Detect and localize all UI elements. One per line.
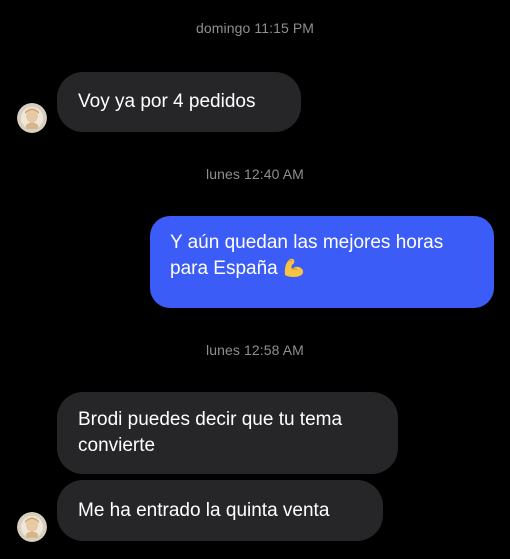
avatar-image: [17, 103, 47, 133]
message-text-line: convierte: [78, 435, 156, 456]
message-text-line: para España: [170, 256, 474, 282]
avatar-image: [17, 512, 47, 542]
incoming-message[interactable]: Me ha entrado la quinta venta: [57, 480, 383, 541]
timestamp: domingo 11:15 PM: [195, 20, 315, 36]
timestamp: lunes 12:40 AM: [206, 166, 304, 182]
message-text-line: Y aún quedan las mejores horas: [170, 232, 444, 253]
timestamp: lunes 12:58 AM: [206, 342, 304, 358]
incoming-message[interactable]: Brodi puedes decir que tu tema convierte: [57, 392, 398, 474]
message-text-line: Brodi puedes decir que tu tema: [78, 409, 343, 430]
message-text: Me ha entrado la quinta venta: [78, 499, 330, 521]
message-text: para España: [170, 258, 278, 279]
outgoing-message[interactable]: Y aún quedan las mejores horas para Espa…: [150, 216, 494, 308]
contact-avatar[interactable]: [17, 103, 47, 133]
incoming-message[interactable]: Voy ya por 4 pedidos: [57, 72, 301, 132]
flexed-biceps-icon: [282, 256, 306, 278]
contact-avatar[interactable]: [17, 512, 47, 542]
message-text: Voy ya por 4 pedidos: [78, 91, 256, 112]
